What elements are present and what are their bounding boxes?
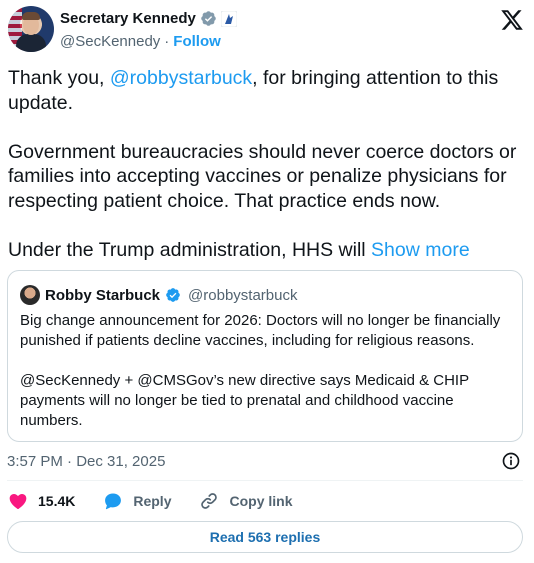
reply-label: Reply [133,493,172,509]
follow-link[interactable]: Follow [173,33,221,50]
like-count: 15.4K [38,493,76,509]
quoted-author-name: Robby Starbuck [45,286,161,304]
tweet-header: Secretary Kennedy @SecKennedy · Follow [8,6,526,56]
tweet-meta: 3:57 PM · Dec 31, 2025 [7,451,521,471]
reply-icon [105,493,122,510]
government-badge-icon [220,10,237,27]
action-bar: 15.4K Reply Copy link [8,490,321,512]
divider [7,480,523,481]
quoted-paragraph-2: @SecKennedy + @CMSGov’s new directive sa… [20,372,469,429]
reply-button[interactable]: Reply [103,491,171,511]
quoted-tweet-text: Big change announcement for 2026: Doctor… [20,311,514,431]
quoted-author-handle: @robbystarbuck [188,286,298,304]
quoted-paragraph-1: Big change announcement for 2026: Doctor… [20,312,501,349]
mention-link[interactable]: @robbystarbuck [110,67,252,89]
separator: · [164,33,170,50]
tweet-paragraph-2: Government bureaucracies should never co… [8,140,517,212]
copy-link-label: Copy link [229,493,293,509]
author-handle[interactable]: @SecKennedy [60,33,160,50]
timestamp[interactable]: 3:57 PM · Dec 31, 2025 [7,453,165,470]
author-name-row: Secretary Kennedy [60,10,237,27]
quoted-author-avatar [20,285,40,305]
info-icon[interactable] [501,451,521,471]
tweet-text: Thank you, @robbystarbuck, for bringing … [8,66,528,262]
quoted-tweet[interactable]: Robby Starbuck @robbystarbuck Big change… [7,270,523,442]
verified-badge-icon [201,11,216,26]
copy-link-button[interactable]: Copy link [199,491,293,511]
link-icon [201,493,218,509]
author-avatar[interactable] [8,6,54,52]
quoted-tweet-header: Robby Starbuck @robbystarbuck [20,285,297,305]
x-logo-icon[interactable] [500,8,524,32]
tweet-paragraph-3: Under the Trump administration, HHS will… [8,238,470,261]
read-replies-button[interactable]: Read 563 replies [7,521,523,553]
like-button[interactable]: 15.4K [8,491,75,511]
heart-icon [9,494,27,509]
show-more-link[interactable]: Show more [371,239,470,261]
tweet-paragraph-1: Thank you, @robbystarbuck, for bringing … [8,67,499,114]
author-display-name[interactable]: Secretary Kennedy [60,10,196,27]
author-handle-row: @SecKennedy · Follow [60,33,221,50]
verified-badge-icon [166,288,180,302]
